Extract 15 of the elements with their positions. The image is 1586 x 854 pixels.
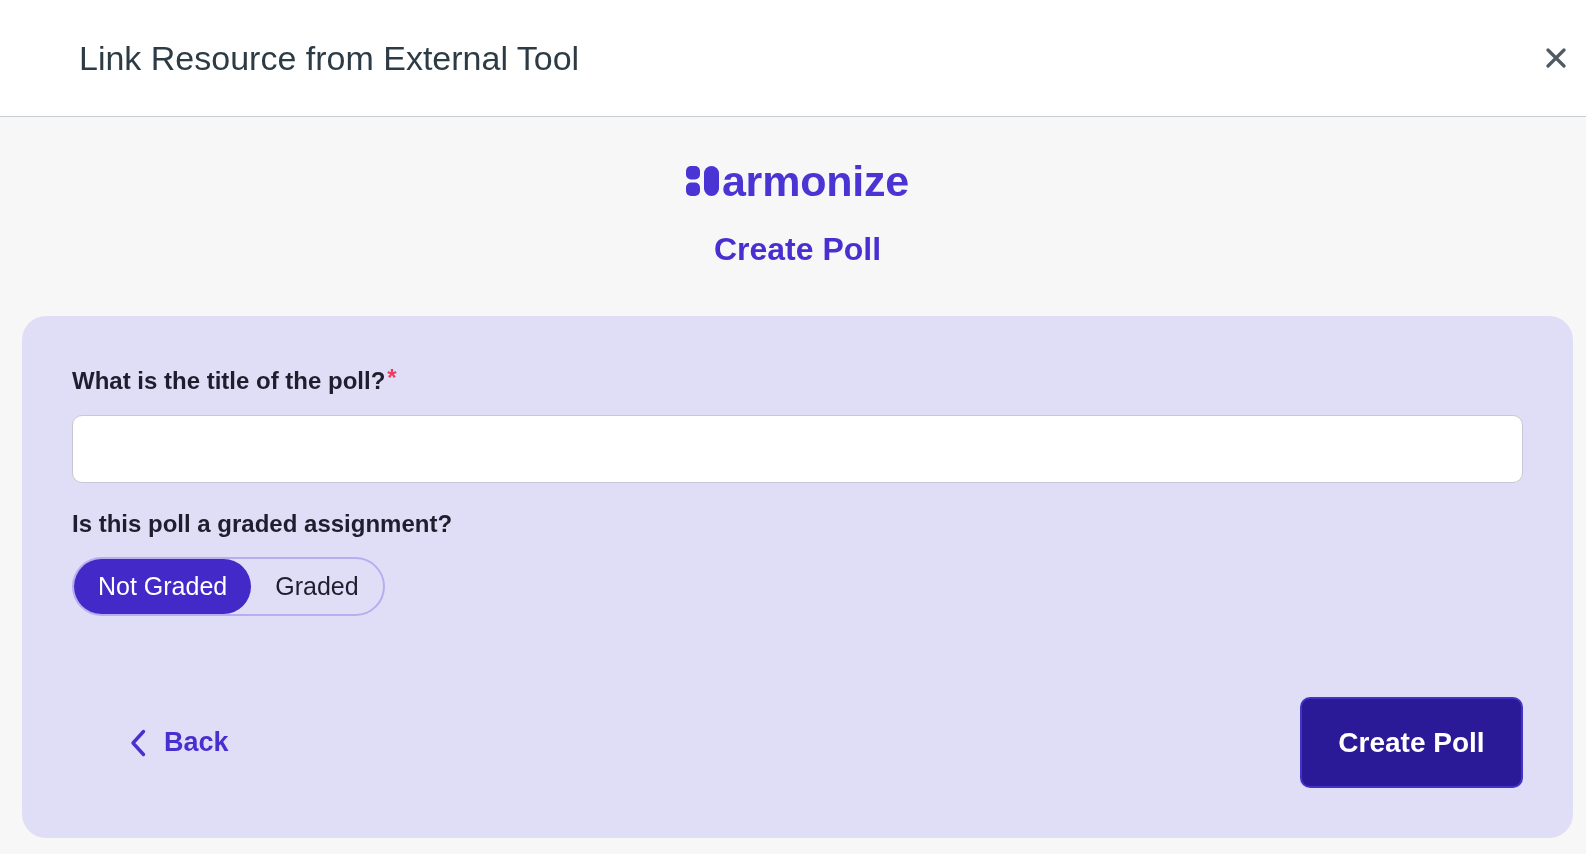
close-button[interactable] [1546, 48, 1566, 68]
toggle-option[interactable]: Not Graded [74, 559, 252, 614]
title-input[interactable] [72, 415, 1523, 483]
required-asterisk: * [387, 367, 397, 389]
logo-wordmark: armonize [721, 163, 910, 199]
chevron-left-icon [130, 728, 146, 757]
dialog-title: Link Resource from External Tool [79, 38, 580, 78]
page-heading: Create Poll [713, 230, 882, 268]
field-label: Is this poll a graded assignment? [72, 510, 453, 538]
create-poll-button[interactable]: Create Poll [1300, 697, 1523, 788]
toggle-option[interactable]: Graded [251, 559, 383, 614]
logo-icon [685, 166, 720, 196]
field-label: What is the title of the poll? [72, 367, 386, 395]
close-icon [1546, 48, 1566, 68]
back-button[interactable]: Back [130, 727, 229, 758]
